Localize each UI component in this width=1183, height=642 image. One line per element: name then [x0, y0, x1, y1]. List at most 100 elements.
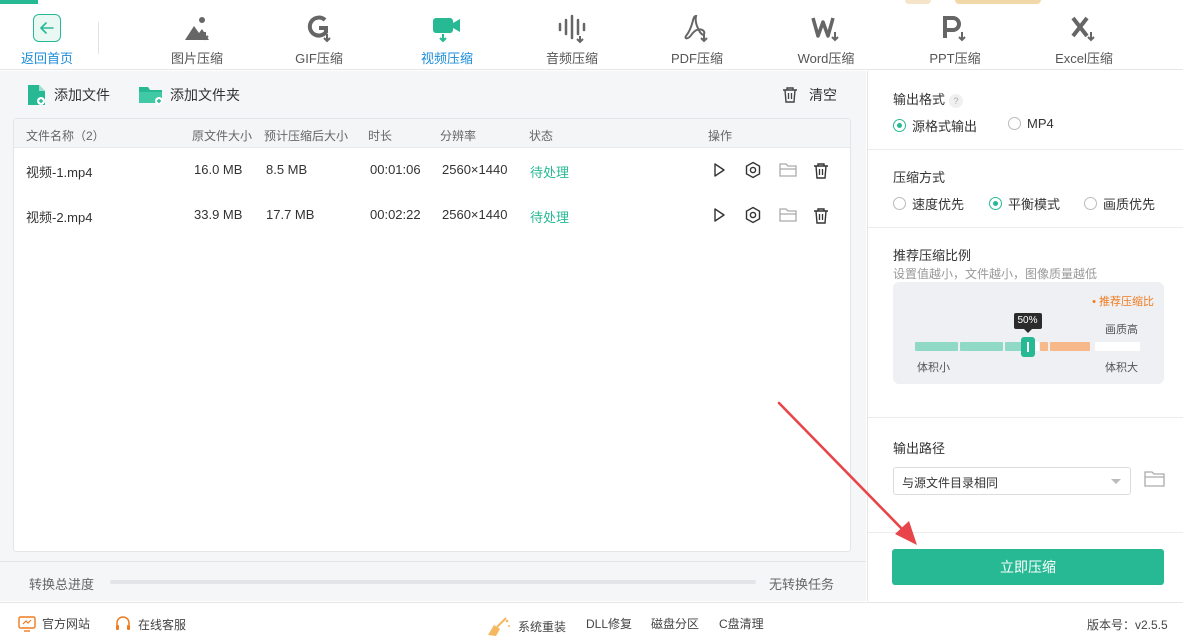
- tab-pdf-compress[interactable]: PDF压缩: [642, 14, 752, 66]
- header-status: 状态: [529, 129, 554, 143]
- est-size: 8.5 MB: [266, 162, 308, 177]
- high-quality-label: 画质高: [1105, 324, 1138, 336]
- ratio-slider-box: • 推荐压缩比 画质高 50% 体积小 体积大: [893, 282, 1164, 384]
- delete-button[interactable]: [810, 159, 832, 181]
- add-file-button[interactable]: 添加文件: [26, 81, 110, 109]
- home-label: 返回首页: [20, 51, 73, 66]
- nav-divider: [98, 22, 99, 54]
- settings-panel: 输出格式? 源格式输出 MP4 压缩方式 速度优先 平衡模式 画质优先 推荐压缩…: [867, 71, 1183, 601]
- progress-status: 无转换任务: [769, 577, 835, 592]
- small-size-label: 体积小: [917, 362, 950, 374]
- resolution: 2560×1440: [442, 162, 508, 177]
- add-folder-icon: [139, 87, 163, 105]
- tab-image-compress[interactable]: 图片压缩: [142, 14, 252, 66]
- duration: 00:01:06: [370, 162, 421, 177]
- add-folder-button[interactable]: 添加文件夹: [138, 81, 240, 109]
- radio-source-format[interactable]: 源格式输出: [893, 116, 977, 135]
- output-path-value: 与源文件目录相同: [902, 476, 999, 490]
- slider-segment: [915, 342, 958, 351]
- browse-folder-button[interactable]: [1144, 470, 1166, 490]
- tab-video-compress[interactable]: 视频压缩: [392, 14, 502, 66]
- support-link[interactable]: 在线客服: [114, 615, 186, 633]
- tab-gif-compress[interactable]: GIF压缩: [264, 14, 374, 66]
- ratio-value-tooltip: 50%: [1013, 313, 1042, 333]
- play-icon: [714, 163, 725, 177]
- reinstall-link[interactable]: 系统重装: [486, 615, 566, 637]
- compress-mode-section: 压缩方式 速度优先 平衡模式 画质优先: [868, 150, 1183, 228]
- ppt-compress-icon: [900, 14, 1010, 44]
- slider-segment: [1040, 342, 1048, 351]
- recommended-label: • 推荐压缩比: [1092, 296, 1154, 308]
- radio-quality-first[interactable]: 画质优先: [1084, 194, 1155, 213]
- tab-audio-compress[interactable]: 音频压缩: [517, 14, 627, 66]
- home-button[interactable]: 返回首页: [16, 14, 78, 66]
- trash-icon: [783, 87, 797, 103]
- tab-label: 音频压缩: [545, 51, 598, 66]
- help-icon[interactable]: ?: [949, 93, 964, 108]
- video-compress-icon: [392, 14, 502, 44]
- status-badge: 待处理: [530, 165, 570, 180]
- status-badge: 待处理: [530, 210, 570, 225]
- add-file-label: 添加文件: [54, 87, 110, 103]
- table-header: 文件名称（2） 原文件大小 预计压缩后大小 时长 分辨率 状态 操作: [14, 119, 850, 148]
- word-compress-icon: [771, 14, 881, 44]
- header-resolution: 分辨率: [440, 129, 477, 143]
- excel-compress-icon: [1029, 14, 1139, 44]
- slider-segment: [960, 342, 1003, 351]
- tab-excel-compress[interactable]: Excel压缩: [1029, 14, 1139, 66]
- open-folder-button[interactable]: [777, 159, 799, 181]
- ratio-slider-handle[interactable]: [1020, 337, 1035, 357]
- settings-button[interactable]: [742, 204, 764, 226]
- vip-badge-edge: [955, 0, 1041, 4]
- website-link[interactable]: 官方网站: [18, 615, 90, 632]
- top-nav: 返回首页 图片压缩 GIF压缩 视频压缩 音频压缩 PDF压缩 Word压缩 P…: [0, 0, 1183, 70]
- tab-label: PDF压缩: [670, 51, 723, 66]
- delete-button[interactable]: [810, 204, 832, 226]
- chevron-down-icon: [1111, 479, 1121, 484]
- progress-bar: [110, 580, 756, 584]
- output-path-select[interactable]: 与源文件目录相同: [893, 467, 1131, 495]
- play-button[interactable]: [708, 204, 730, 226]
- c-drive-clean-link[interactable]: C盘清理: [719, 615, 764, 632]
- start-compress-button[interactable]: 立即压缩: [892, 549, 1164, 585]
- output-format-section: 输出格式? 源格式输出 MP4: [868, 71, 1183, 150]
- trash-icon: [814, 162, 828, 179]
- slider-segment: [1095, 342, 1140, 351]
- ratio-hint: 设置值越小，文件越小，图像质量越低: [893, 267, 1098, 281]
- hexagon-settings-icon: [745, 161, 761, 179]
- settings-button[interactable]: [742, 159, 764, 181]
- radio-mp4[interactable]: MP4: [1008, 116, 1054, 131]
- table-row[interactable]: 视频-2.mp4 33.9 MB 17.7 MB 00:02:22 2560×1…: [14, 193, 850, 237]
- tab-label: 视频压缩: [420, 51, 473, 66]
- image-compress-icon: [142, 14, 252, 44]
- open-folder-button[interactable]: [777, 204, 799, 226]
- header-actions: 操作: [708, 129, 733, 143]
- dll-repair-link[interactable]: DLL修复: [586, 615, 632, 632]
- file-name: 视频-2.mp4: [26, 210, 93, 225]
- radio-balanced[interactable]: 平衡模式: [989, 194, 1060, 213]
- clear-button[interactable]: 清空: [781, 81, 837, 109]
- header-orig-size: 原文件大小: [192, 129, 253, 143]
- progress-label: 转换总进度: [29, 577, 95, 592]
- tab-word-compress[interactable]: Word压缩: [771, 14, 881, 66]
- clear-label: 清空: [809, 87, 837, 103]
- table-row[interactable]: 视频-1.mp4 16.0 MB 8.5 MB 00:01:06 2560×14…: [14, 148, 850, 192]
- tab-ppt-compress[interactable]: PPT压缩: [900, 14, 1010, 66]
- tab-label: PPT压缩: [929, 51, 981, 66]
- version-label: 版本号：v2.5.5: [1087, 618, 1168, 632]
- back-arrow-icon: [33, 14, 61, 42]
- play-icon: [714, 208, 725, 222]
- radio-speed-first[interactable]: 速度优先: [893, 194, 964, 213]
- audio-compress-icon: [517, 14, 627, 44]
- play-button[interactable]: [708, 159, 730, 181]
- header-est-size: 预计压缩后大小: [264, 129, 349, 143]
- orig-size: 16.0 MB: [194, 162, 243, 177]
- add-file-icon: [28, 85, 45, 105]
- headset-icon: [116, 616, 130, 630]
- est-size: 17.7 MB: [266, 207, 315, 222]
- tab-label: Excel压缩: [1055, 51, 1113, 66]
- disk-partition-link[interactable]: 磁盘分区: [651, 615, 699, 632]
- output-format-title: 输出格式?: [893, 89, 964, 108]
- trash-icon: [814, 207, 828, 224]
- compress-mode-title: 压缩方式: [893, 170, 946, 185]
